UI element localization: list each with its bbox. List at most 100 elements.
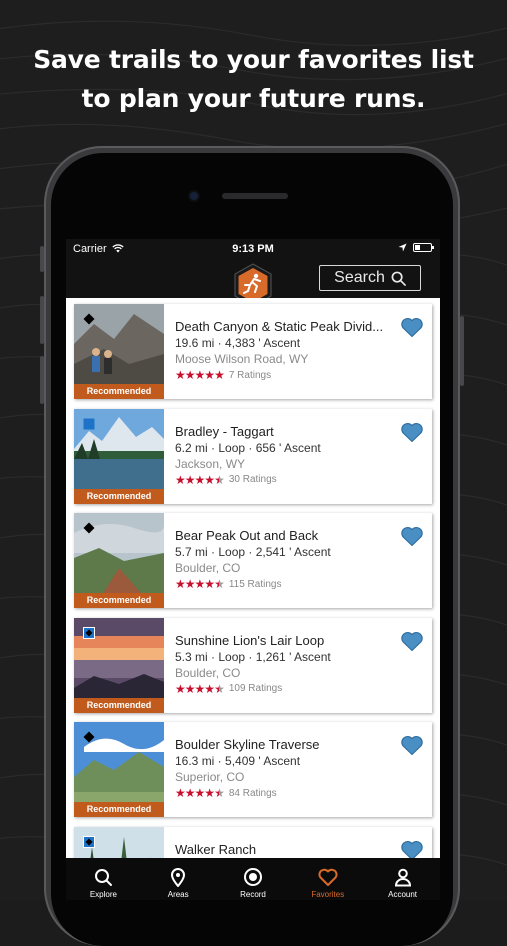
star-full-icon: ★: [204, 577, 215, 591]
difficulty-blue-black-icon: [83, 626, 95, 639]
rating-stars: ★★★★★: [175, 472, 225, 487]
phone-volume-up: [40, 296, 44, 344]
trail-card[interactable]: Recommended Bear Peak Out and Back 5.7 mi …: [74, 513, 432, 608]
trail-info: Bear Peak Out and Back 5.7 mi · Loop · 2,…: [175, 520, 400, 591]
trail-thumbnail[interactable]: Recommended: [74, 722, 164, 817]
location-arrow-icon: [398, 243, 407, 252]
person-icon: [394, 868, 411, 887]
tab-label: Favorites: [311, 890, 345, 899]
favorite-heart-icon[interactable]: [400, 525, 424, 547]
trail-info: Walker Ranch: [175, 834, 400, 858]
trail-thumbnail[interactable]: [74, 826, 164, 858]
phone-volume-down: [40, 356, 44, 404]
rating-stars: ★★★★★: [175, 577, 225, 591]
tab-account[interactable]: Account: [365, 858, 440, 900]
star-half-icon: ★: [214, 577, 225, 591]
tab-areas[interactable]: Areas: [141, 858, 216, 900]
difficulty-blue-black-icon: [83, 835, 95, 848]
trail-card[interactable]: Recommended Bradley - Taggart 6.2 mi · Loo…: [74, 408, 432, 504]
star-half-icon: ★: [214, 472, 225, 487]
front-camera: [190, 192, 198, 200]
trail-info: Bradley - Taggart 6.2 mi · Loop · 656 ' A…: [175, 416, 400, 487]
phone-mute-switch: [40, 246, 44, 272]
star-full-icon: ★: [214, 368, 225, 382]
tab-record[interactable]: Record: [216, 858, 291, 900]
trail-card[interactable]: Recommended Death Canyon & Static Peak Di…: [74, 304, 432, 399]
headline-line-1: Save trails to your favorites list: [33, 45, 474, 74]
tab-bar: Explore Areas Record Favorites Account: [66, 858, 440, 900]
star-full-icon: ★: [194, 786, 206, 800]
star-full-icon: ★: [204, 368, 215, 382]
phone-power-button: [460, 316, 464, 386]
star-full-icon: ★: [184, 577, 196, 591]
rating-count: 7 Ratings: [228, 369, 272, 381]
trail-name: Bear Peak Out and Back: [175, 528, 319, 543]
star-full-icon: ★: [184, 472, 196, 487]
trail-thumbnail[interactable]: Recommended: [74, 408, 164, 504]
trail-location: Jackson, WY: [175, 456, 246, 471]
trail-card[interactable]: Walker Ranch: [74, 826, 432, 859]
recommended-badge: Recommended: [74, 802, 164, 817]
difficulty-black-diamond-icon: [83, 313, 95, 325]
star-half-icon: ★: [214, 786, 225, 800]
clock: 9:13 PM: [232, 243, 274, 255]
rating-count: 109 Ratings: [228, 683, 283, 694]
favorite-heart-icon[interactable]: [400, 630, 424, 652]
trail-rating: ★★★★★ 115 Ratings: [175, 577, 400, 591]
trail-info: Death Canyon & Static Peak Divid... 19.6 …: [175, 311, 400, 382]
trail-rating: ★★★★★ 109 Ratings: [175, 682, 400, 696]
star-full-icon: ★: [194, 368, 206, 382]
trail-stats: 5.7 mi · Loop · 2,541 ' Ascent: [175, 545, 331, 559]
recommended-badge: Recommended: [74, 384, 164, 399]
earpiece-speaker: [222, 193, 288, 199]
difficulty-blue-square-icon: [83, 418, 95, 429]
search-button[interactable]: Search: [319, 265, 421, 291]
star-full-icon: ★: [175, 577, 186, 591]
trail-stats: 6.2 mi · Loop · 656 ' Ascent: [175, 440, 321, 455]
star-full-icon: ★: [194, 577, 206, 591]
tab-label: Areas: [167, 890, 189, 899]
rating-count: 30 Ratings: [228, 474, 277, 485]
trail-thumbnail[interactable]: Recommended: [74, 513, 164, 608]
difficulty-black-diamond-icon: [83, 522, 95, 534]
trail-name: Boulder Skyline Traverse: [175, 737, 320, 752]
trail-name: Death Canyon & Static Peak Divid...: [175, 319, 384, 334]
favorite-heart-icon[interactable]: [400, 421, 424, 443]
trail-thumbnail[interactable]: Recommended: [74, 617, 164, 713]
favorites-list[interactable]: Recommended Death Canyon & Static Peak Di…: [66, 298, 440, 858]
trail-location: Boulder, CO: [175, 665, 241, 680]
tab-label: Account: [388, 890, 418, 899]
trail-name: Walker Ranch: [175, 841, 257, 857]
trail-card[interactable]: Recommended Sunshine Lion's Lair Loop 5.3 …: [74, 617, 432, 713]
search-icon: [95, 869, 113, 886]
trail-stats: 19.6 mi · 4,383 ' Ascent: [175, 336, 301, 350]
star-full-icon: ★: [204, 681, 215, 696]
recommended-badge: Recommended: [74, 697, 164, 713]
recommended-badge: Recommended: [74, 593, 164, 608]
trail-rating: ★★★★★ 7 Ratings: [175, 368, 400, 382]
star-full-icon: ★: [184, 368, 196, 382]
rating-count: 84 Ratings: [228, 787, 277, 799]
trail-card[interactable]: Recommended Boulder Skyline Traverse 16.3 …: [74, 722, 432, 817]
favorite-heart-icon[interactable]: [400, 734, 424, 756]
nav-bar: Search: [66, 259, 440, 307]
search-icon: [391, 271, 406, 286]
status-bar: Carrier 9:13 PM: [66, 239, 440, 259]
trail-rating: ★★★★★ 30 Ratings: [175, 473, 400, 487]
favorite-heart-icon[interactable]: [400, 839, 424, 859]
star-full-icon: ★: [194, 472, 206, 487]
trail-location: Superior, CO: [175, 770, 245, 784]
tab-favorites[interactable]: Favorites: [290, 858, 365, 900]
trail-rating: ★★★★★ 84 Ratings: [175, 786, 400, 800]
app-screen: Carrier 9:13 PM Search Recommended Death…: [66, 239, 440, 900]
star-half-icon: ★: [214, 681, 225, 696]
rating-count: 115 Ratings: [228, 578, 282, 590]
trail-thumbnail[interactable]: Recommended: [74, 304, 164, 399]
tab-explore[interactable]: Explore: [66, 858, 141, 900]
recommended-badge: Recommended: [74, 488, 164, 504]
star-full-icon: ★: [175, 681, 186, 696]
star-full-icon: ★: [175, 368, 186, 382]
promo-headline: Save trails to your favorites list to pl…: [0, 40, 507, 118]
favorite-heart-icon[interactable]: [400, 316, 424, 338]
trail-stats: 5.3 mi · Loop · 1,261 ' Ascent: [175, 649, 331, 664]
